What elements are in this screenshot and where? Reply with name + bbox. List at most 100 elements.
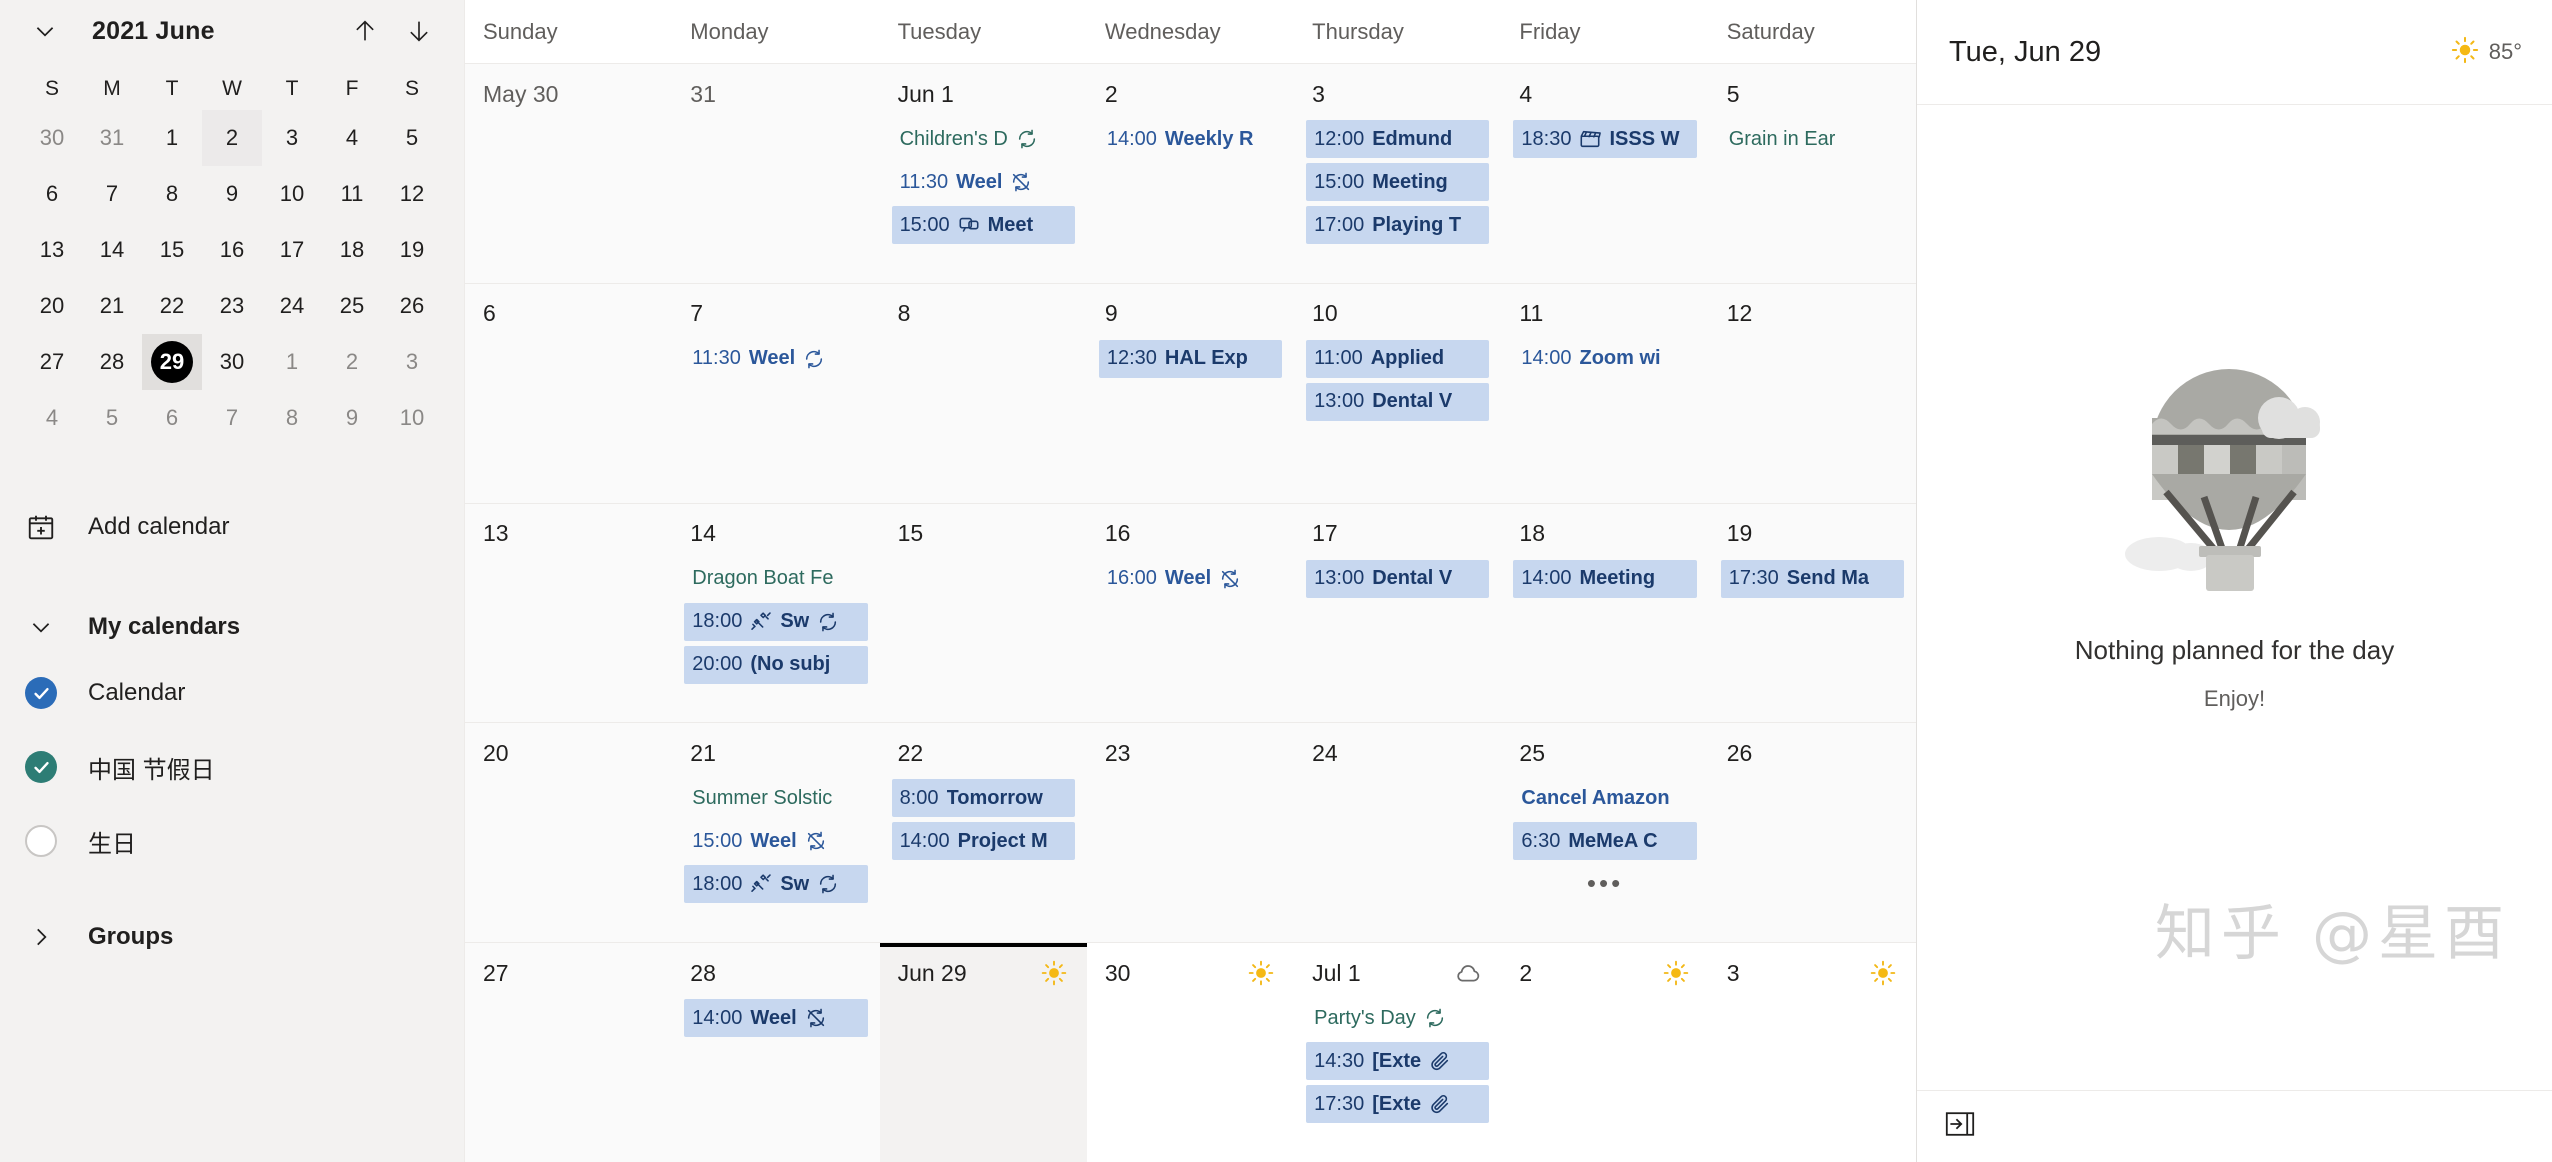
day-cell[interactable]: May 30	[465, 64, 673, 283]
calendar-event[interactable]: 12:00 Edmund	[1306, 120, 1490, 158]
calendar-event[interactable]: Party's Day	[1306, 999, 1489, 1037]
day-cell[interactable]: 9 12:30 HAL Exp	[1086, 283, 1295, 503]
calendar-event[interactable]: 17:30 Send Ma	[1720, 559, 1904, 598]
mini-calendar-day[interactable]: 2	[322, 334, 382, 390]
mini-calendar-day[interactable]: 12	[382, 166, 442, 222]
calendar-event[interactable]: 15:00 Weel	[684, 822, 867, 860]
mini-calendar-day[interactable]: 6	[142, 390, 202, 446]
day-cell[interactable]: 17 13:00 Dental V	[1294, 503, 1502, 723]
mini-calendar-day[interactable]: 24	[262, 278, 322, 334]
calendar-list-item[interactable]: 中国 节假日	[0, 730, 464, 804]
day-cell[interactable]: 16 16:00 Weel	[1086, 503, 1295, 723]
day-cell[interactable]: 2 14:00 Weekly R	[1086, 64, 1295, 283]
mini-calendar-day[interactable]: 10	[382, 390, 442, 446]
calendar-event[interactable]: 18:00 Sw	[684, 602, 868, 641]
mini-calendar-day[interactable]: 13	[22, 222, 82, 278]
calendar-event[interactable]: 18:00 Sw	[684, 865, 868, 904]
checkbox-unchecked-icon[interactable]	[25, 825, 57, 857]
calendar-event[interactable]: 14:30 [Exte	[1306, 1042, 1490, 1081]
mini-calendar-day[interactable]: 31	[82, 110, 142, 166]
mini-calendar-day[interactable]: 20	[22, 278, 82, 334]
calendar-event[interactable]: 16:00 Weel	[1099, 560, 1282, 598]
day-cell[interactable]: 19 17:30 Send Ma	[1708, 503, 1916, 723]
calendar-event[interactable]: 8:00 Tomorrow	[891, 779, 1075, 818]
mini-calendar-day[interactable]: 15	[142, 222, 202, 278]
calendar-event[interactable]: 11:30 Weel	[892, 163, 1075, 201]
calendar-event[interactable]: 17:00 Playing T	[1306, 206, 1490, 244]
calendar-event[interactable]: 14:00 Meeting	[1513, 559, 1697, 598]
day-cell[interactable]: 27	[465, 943, 673, 1162]
calendar-event[interactable]: Grain in Ear	[1721, 120, 1904, 158]
calendar-event[interactable]: 14:00 Project M	[891, 822, 1075, 861]
mini-calendar-day[interactable]: 7	[202, 390, 262, 446]
mini-calendar-day[interactable]: 18	[322, 222, 382, 278]
day-cell[interactable]: 4 18:30 ISSS W	[1501, 64, 1709, 283]
day-cell[interactable]: 13	[465, 503, 673, 723]
day-cell[interactable]: 14 Dragon Boat Fe 18:00 Sw 20:00 (No subj	[672, 503, 880, 723]
mini-calendar-day[interactable]: 4	[22, 390, 82, 446]
mini-calendar-day[interactable]: 14	[82, 222, 142, 278]
day-cell[interactable]: 24	[1294, 723, 1502, 943]
mini-calendar-day[interactable]: 3	[262, 110, 322, 166]
mini-calendar-day[interactable]: 6	[22, 166, 82, 222]
arrow-up-icon[interactable]	[350, 16, 380, 46]
day-cell[interactable]: 3	[1708, 943, 1916, 1162]
calendar-event[interactable]: 13:00 Dental V	[1306, 559, 1490, 598]
calendar-event[interactable]: 18:30 ISSS W	[1513, 120, 1697, 158]
day-cell[interactable]: 28 14:00 Weel	[672, 943, 880, 1162]
day-cell[interactable]: 10 11:00 Applied 13:00 Dental V	[1294, 283, 1502, 503]
calendar-list-item[interactable]: 生日	[0, 804, 464, 878]
day-cell[interactable]: 6	[465, 283, 673, 503]
arrow-down-icon[interactable]	[404, 16, 434, 46]
calendar-event[interactable]: 14:00 Weel	[684, 999, 868, 1038]
day-cell[interactable]: Jun 1 Children's D 11:30 Weel 15:00 Meet	[879, 64, 1087, 283]
groups-section-header[interactable]: Groups	[0, 908, 464, 966]
calendar-event[interactable]: 14:00 Weekly R	[1099, 120, 1282, 158]
mini-calendar-day[interactable]: 23	[202, 278, 262, 334]
calendar-event[interactable]: Summer Solstic	[684, 779, 867, 817]
calendar-event[interactable]: 12:30 HAL Exp	[1098, 339, 1283, 378]
day-cell[interactable]: 30	[1086, 943, 1295, 1162]
mini-calendar-day[interactable]: 5	[82, 390, 142, 446]
mini-calendar-day[interactable]: 9	[322, 390, 382, 446]
mini-calendar-day[interactable]: 21	[82, 278, 142, 334]
calendar-event[interactable]: 15:00 Meet	[891, 206, 1075, 244]
calendar-event[interactable]: 17:30 [Exte	[1306, 1085, 1490, 1124]
day-cell[interactable]: Jul 1 Party's Day 14:30 [Exte 17:30 [Exte	[1294, 943, 1502, 1162]
mini-calendar-day[interactable]: 7	[82, 166, 142, 222]
day-cell[interactable]: 22 8:00 Tomorrow 14:00 Project M	[879, 723, 1087, 943]
mini-calendar-day[interactable]: 10	[262, 166, 322, 222]
add-calendar-button[interactable]: Add calendar	[0, 500, 464, 554]
mini-calendar-day[interactable]: 8	[142, 166, 202, 222]
day-cell[interactable]: 25 Cancel Amazon 6:30 MeMeA C •••	[1501, 723, 1709, 943]
mini-calendar-day[interactable]: 17	[262, 222, 322, 278]
day-cell[interactable]: 31	[672, 64, 880, 283]
calendar-event[interactable]: Cancel Amazon	[1513, 779, 1696, 817]
mini-calendar-day[interactable]: 9	[202, 166, 262, 222]
day-cell[interactable]: 12	[1708, 283, 1916, 503]
calendar-list-item[interactable]: Calendar	[0, 656, 464, 730]
day-cell[interactable]: 2	[1501, 943, 1709, 1162]
day-cell[interactable]: 11 14:00 Zoom wi	[1501, 283, 1709, 503]
calendar-event[interactable]: 13:00 Dental V	[1306, 382, 1490, 421]
mini-calendar-day[interactable]: 11	[322, 166, 382, 222]
calendar-event[interactable]: Children's D	[892, 120, 1075, 158]
checkbox-checked-icon[interactable]	[25, 751, 57, 783]
chevron-down-icon[interactable]	[26, 12, 64, 50]
mini-calendar-day[interactable]: 22	[142, 278, 202, 334]
mini-calendar-day[interactable]: 8	[262, 390, 322, 446]
day-cell[interactable]: 18 14:00 Meeting	[1501, 503, 1709, 723]
mini-calendar-day-today[interactable]: 29	[142, 334, 202, 390]
more-events-indicator[interactable]: •••	[1501, 860, 1708, 896]
checkbox-checked-icon[interactable]	[25, 677, 57, 709]
mini-calendar-day[interactable]: 4	[322, 110, 382, 166]
mini-calendar-day[interactable]: 28	[82, 334, 142, 390]
mini-calendar-day[interactable]: 1	[262, 334, 322, 390]
day-cell[interactable]: 5 Grain in Ear	[1708, 64, 1916, 283]
mini-calendar-day[interactable]: 30	[22, 110, 82, 166]
calendar-event[interactable]: 11:30 Weel	[684, 340, 867, 378]
calendar-event[interactable]: 14:00 Zoom wi	[1513, 340, 1696, 378]
calendar-event[interactable]: Dragon Boat Fe	[684, 560, 867, 598]
mini-calendar-day[interactable]: 2	[202, 110, 262, 166]
calendar-event[interactable]: 20:00 (No subj	[684, 645, 868, 684]
